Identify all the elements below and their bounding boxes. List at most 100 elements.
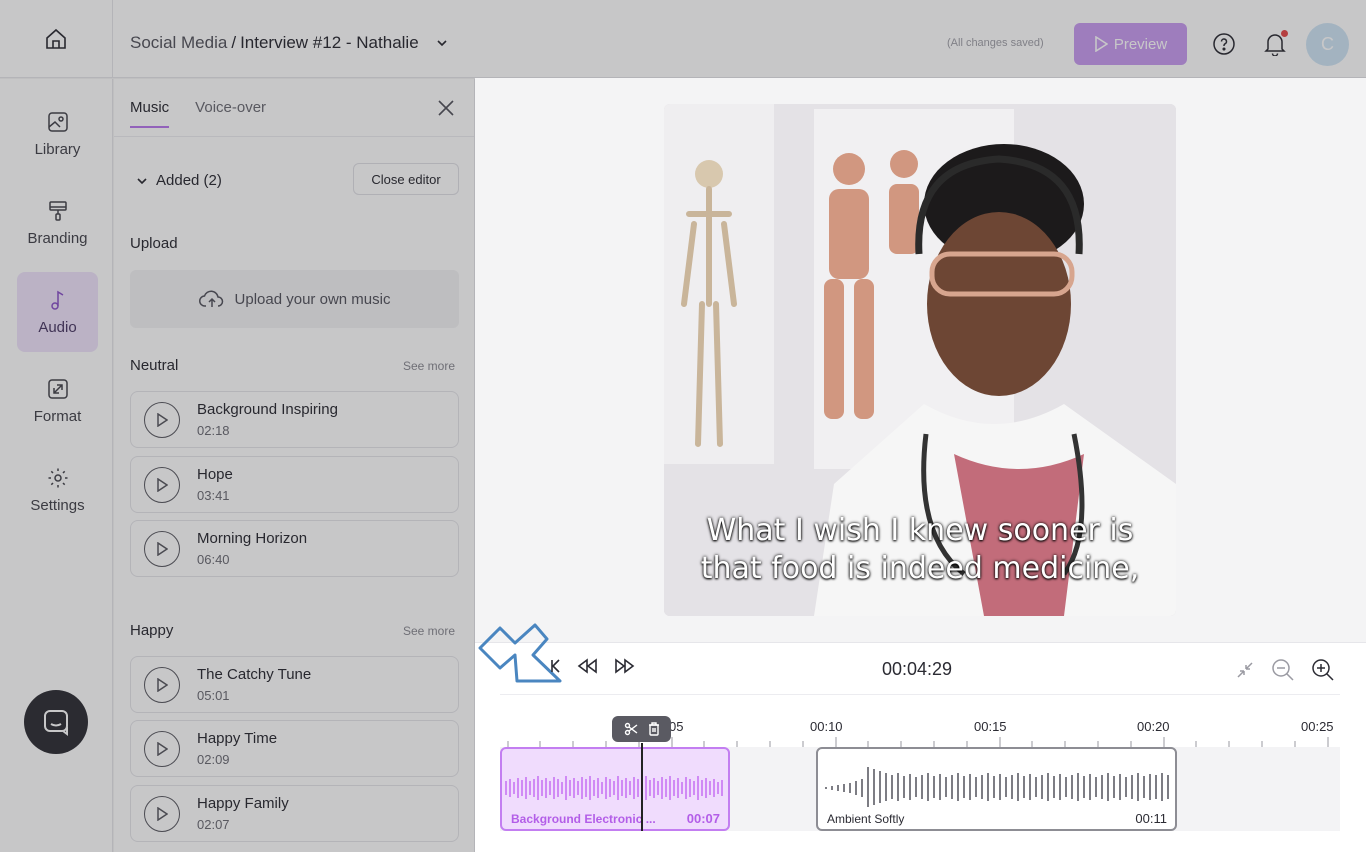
play-button[interactable] — [144, 467, 180, 503]
play-button[interactable] — [144, 731, 180, 767]
video-preview[interactable]: What I wish I knew sooner is that food i… — [664, 104, 1176, 616]
fast-forward-icon[interactable] — [614, 658, 636, 674]
ruler-label: 00:10 — [810, 719, 843, 734]
rail-item-label: Format — [33, 407, 82, 425]
chat-support-button[interactable] — [24, 690, 88, 754]
track-name: Background Inspiring — [197, 401, 338, 418]
pointer-arrow-icon — [478, 623, 562, 683]
gear-icon — [48, 468, 67, 487]
upload-music-button[interactable]: Upload your own music — [130, 270, 459, 328]
ruler-label: 00:25 — [1301, 719, 1334, 734]
audio-clip[interactable]: Background Electronic ... 00:07 — [500, 747, 730, 831]
clip-toolbar — [612, 716, 671, 742]
music-note-icon — [50, 290, 63, 310]
track-duration: 05:01 — [197, 688, 230, 703]
track-item[interactable]: Happy Time 02:09 — [130, 720, 459, 777]
added-label: Added (2) — [156, 172, 222, 189]
breadcrumb-project[interactable]: Interview #12 - Nathalie — [240, 33, 419, 53]
rail-item-audio[interactable]: Audio — [17, 272, 98, 352]
resize-icon — [47, 378, 68, 399]
tab-voice-over[interactable]: Voice-over — [195, 99, 266, 116]
clip-duration: 00:07 — [686, 811, 720, 826]
rail-item-library[interactable]: Library — [17, 94, 98, 174]
scissors-icon[interactable] — [624, 722, 638, 736]
track-duration: 02:18 — [197, 423, 230, 438]
breadcrumb[interactable]: Social Media / Interview #12 - Nathalie — [130, 33, 449, 53]
breadcrumb-root[interactable]: Social Media — [130, 33, 227, 53]
track-item[interactable]: Morning Horizon 06:40 — [130, 520, 459, 577]
play-icon — [157, 742, 168, 756]
help-button[interactable] — [1212, 32, 1236, 61]
home-button[interactable] — [0, 0, 113, 78]
track-duration: 06:40 — [197, 552, 230, 567]
notifications-button[interactable] — [1264, 30, 1288, 61]
track-duration: 02:09 — [197, 752, 230, 767]
playhead[interactable] — [641, 743, 643, 831]
upload-label: Upload your own music — [234, 290, 391, 308]
divider — [114, 136, 474, 137]
collapse-icon[interactable] — [1235, 660, 1255, 680]
paint-roller-icon — [48, 200, 67, 221]
image-icon — [47, 111, 68, 132]
track-item[interactable]: Happy Family 02:07 — [130, 785, 459, 842]
rail-item-branding[interactable]: Branding — [17, 183, 98, 263]
chevron-down-icon[interactable] — [435, 36, 449, 50]
home-icon — [46, 28, 66, 49]
track-name: The Catchy Tune — [197, 666, 312, 683]
play-button[interactable] — [144, 667, 180, 703]
rail-item-settings[interactable]: Settings — [17, 450, 98, 530]
play-button[interactable] — [144, 796, 180, 832]
rail-item-label: Settings — [30, 496, 85, 514]
help-icon — [1213, 33, 1235, 55]
track-name: Morning Horizon — [197, 530, 308, 547]
see-more-link[interactable]: See more — [403, 359, 455, 373]
breadcrumb-separator: / — [231, 33, 237, 52]
clip-duration: 00:11 — [1135, 811, 1167, 826]
track-item[interactable]: Background Inspiring 02:18 — [130, 391, 459, 448]
clip-name: Ambient Softly — [827, 812, 905, 826]
ruler-label: 05 — [669, 719, 684, 734]
clip-name: Background Electronic ... — [511, 812, 656, 826]
rail-item-label: Library — [34, 140, 81, 158]
rewind-icon[interactable] — [576, 658, 598, 674]
play-icon — [157, 807, 168, 821]
see-more-link[interactable]: See more — [403, 624, 455, 638]
audio-clip[interactable]: Ambient Softly 00:11 — [816, 747, 1177, 831]
play-icon — [1095, 36, 1108, 52]
zoom-tools — [1235, 658, 1335, 682]
top-bar: Social Media / Interview #12 - Nathalie … — [0, 0, 1366, 78]
trash-icon[interactable] — [648, 722, 660, 736]
play-icon — [157, 413, 168, 427]
timecode: 00:04:29 — [882, 659, 953, 679]
cloud-upload-icon — [198, 290, 223, 307]
track-item[interactable]: Hope 03:41 — [130, 456, 459, 513]
rail-item-format[interactable]: Format — [17, 361, 98, 441]
track-name: Hope — [197, 466, 233, 483]
zoom-out-icon[interactable] — [1271, 658, 1295, 682]
rail-item-label: Audio — [38, 318, 77, 336]
playback-controls — [550, 658, 636, 674]
divider — [500, 694, 1340, 695]
preview-button[interactable]: Preview — [1074, 23, 1187, 65]
close-editor-button[interactable]: Close editor — [353, 163, 459, 195]
track-name: Happy Time — [197, 730, 278, 747]
play-button[interactable] — [144, 402, 180, 438]
play-icon — [157, 478, 168, 492]
notification-dot — [1281, 30, 1288, 37]
chat-icon — [44, 710, 68, 736]
added-toggle[interactable]: Added (2) — [136, 172, 222, 189]
tab-music[interactable]: Music — [130, 99, 170, 128]
skip-back-icon[interactable] — [550, 658, 560, 674]
zoom-in-icon[interactable] — [1311, 658, 1335, 682]
play-icon — [157, 542, 168, 556]
close-panel-button[interactable] — [436, 98, 456, 123]
section-title-neutral: Neutral — [130, 357, 179, 374]
track-duration: 03:41 — [197, 488, 230, 503]
close-icon — [438, 100, 454, 116]
avatar[interactable]: C — [1306, 23, 1349, 66]
rail-item-label: Branding — [27, 229, 88, 247]
ruler-label: 00:15 — [974, 719, 1007, 734]
track-item[interactable]: The Catchy Tune 05:01 — [130, 656, 459, 713]
play-button[interactable] — [144, 531, 180, 567]
video-caption: What I wish I knew sooner is that food i… — [664, 512, 1176, 588]
